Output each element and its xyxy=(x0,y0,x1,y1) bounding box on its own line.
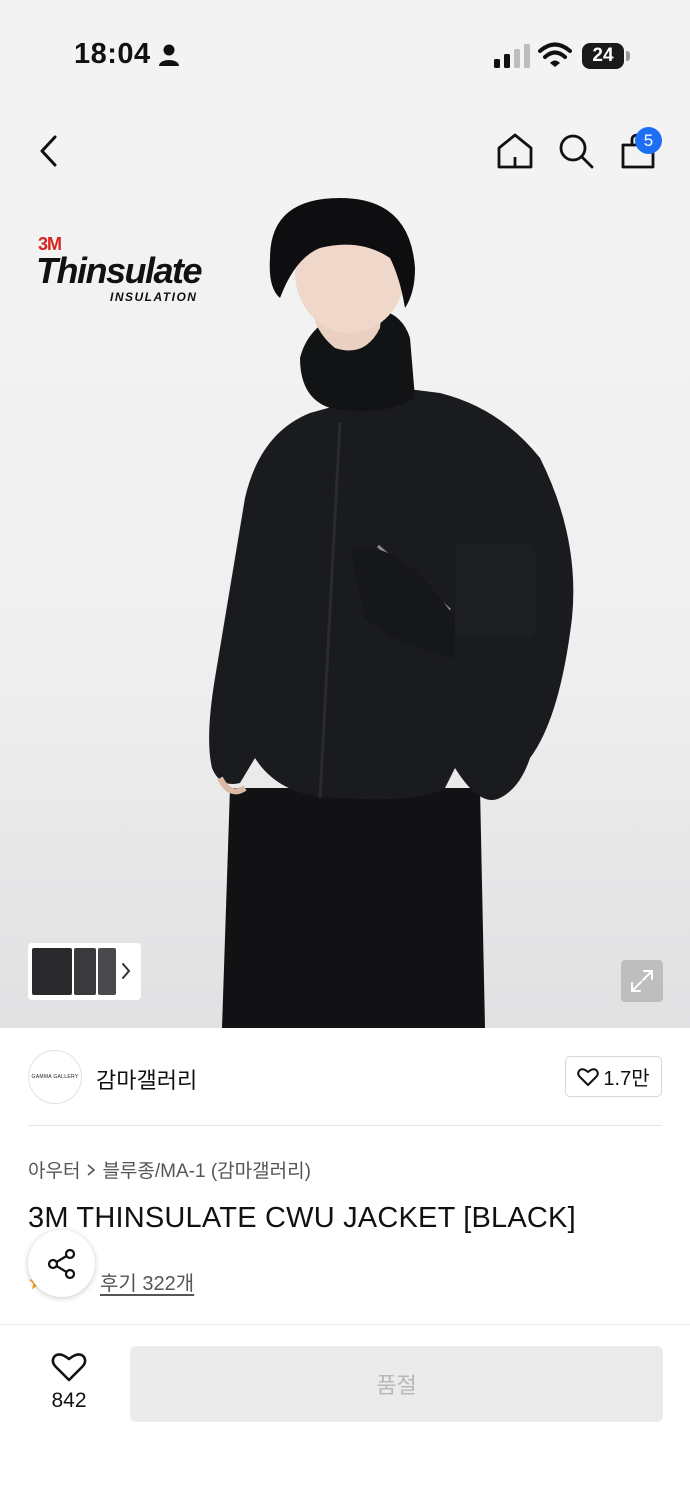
signal-icon xyxy=(494,44,530,68)
expand-image-button[interactable] xyxy=(621,960,663,1002)
thumbnail-1[interactable] xyxy=(32,948,72,995)
breadcrumb-category[interactable]: 아우터 xyxy=(28,1156,80,1183)
brand-name[interactable]: 감마갤러리 xyxy=(96,1063,197,1095)
soldout-button[interactable]: 품절 xyxy=(130,1346,663,1422)
back-icon xyxy=(40,135,57,167)
model-figure xyxy=(209,198,574,1028)
home-button[interactable] xyxy=(492,128,538,174)
back-button[interactable] xyxy=(26,128,72,174)
brand-row[interactable]: GAMMA GALLERY 감마갤러리 1.7만 xyxy=(28,1050,662,1104)
thumbnail-2[interactable] xyxy=(74,948,96,995)
thumbnail-strip[interactable] xyxy=(28,943,141,1000)
home-icon xyxy=(497,133,533,169)
divider xyxy=(28,1125,662,1126)
review-count-link[interactable]: 후기 322개 xyxy=(100,1267,194,1296)
wifi-icon xyxy=(538,42,572,67)
product-image[interactable]: 3M Thinsulate INSULATION xyxy=(0,198,690,1028)
share-button[interactable] xyxy=(28,1230,95,1297)
chevron-right-icon xyxy=(122,963,131,979)
cart-count-badge: 5 xyxy=(635,127,662,154)
share-icon xyxy=(47,1248,75,1279)
breadcrumb-subcategory[interactable]: 블루종/MA-1 (감마갤러리) xyxy=(102,1156,310,1183)
brand-like-button[interactable]: 1.7만 xyxy=(565,1056,662,1097)
product-title: 3M THINSULATE CWU JACKET [BLACK] xyxy=(28,1202,576,1234)
brand-like-count: 1.7만 xyxy=(603,1068,650,1090)
breadcrumb: 아우터 블루종/MA-1 (감마갤러리) xyxy=(28,1156,311,1183)
logo-insulation: INSULATION xyxy=(110,290,198,304)
heart-outline-icon xyxy=(577,1067,600,1086)
top-nav xyxy=(0,110,690,198)
logo-thinsulate: Thinsulate xyxy=(36,250,203,291)
thumbnail-3[interactable] xyxy=(98,948,116,995)
search-icon xyxy=(559,134,594,169)
battery-cap xyxy=(626,51,630,61)
wishlist-button[interactable]: 842 xyxy=(30,1347,108,1417)
bottom-action-bar: 842 품절 xyxy=(0,1324,690,1500)
heart-icon xyxy=(51,1353,87,1382)
chevron-right-icon xyxy=(87,1163,96,1176)
status-time: 18:04 xyxy=(74,38,151,70)
status-bar: 18:04 24 xyxy=(0,0,690,110)
battery-icon: 24 xyxy=(582,43,630,69)
person-icon xyxy=(159,44,179,66)
search-button[interactable] xyxy=(553,128,599,174)
brand-avatar[interactable]: GAMMA GALLERY xyxy=(28,1050,82,1104)
battery-level: 24 xyxy=(582,43,624,69)
expand-icon xyxy=(631,970,653,992)
wishlist-count: 842 xyxy=(51,1389,87,1412)
